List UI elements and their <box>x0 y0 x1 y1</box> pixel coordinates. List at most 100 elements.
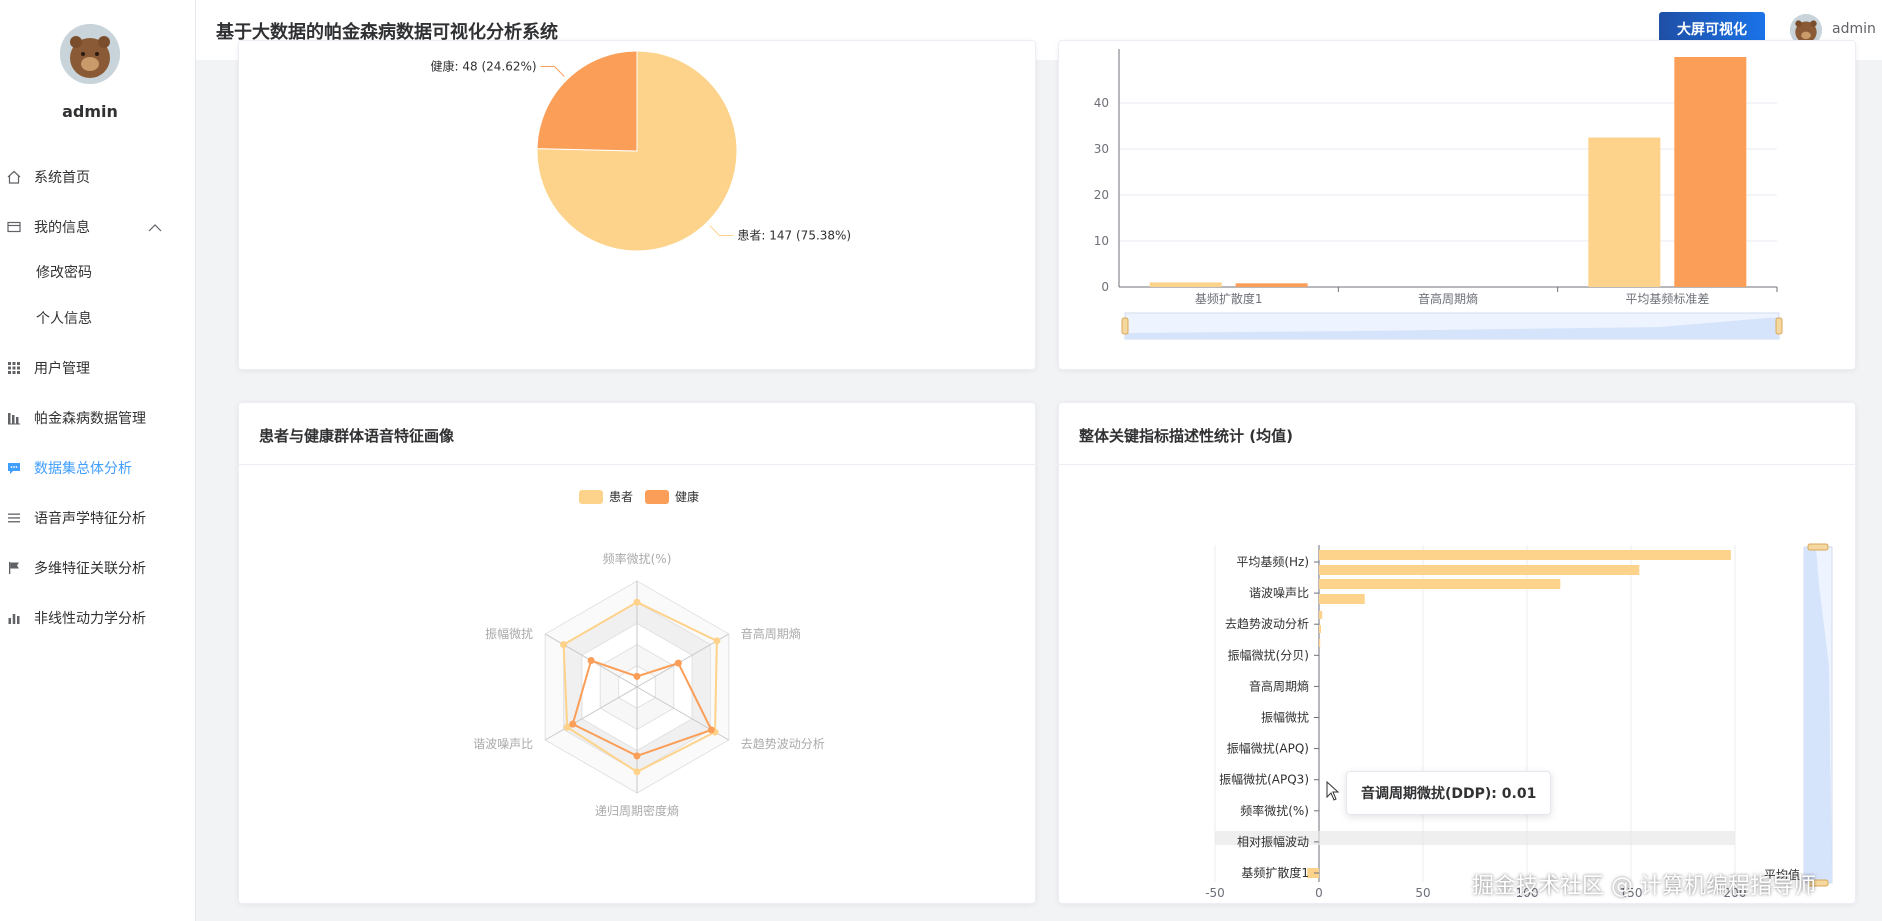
hbar <box>1319 579 1561 589</box>
sidebar: admin 系统首页 我的信息 修改密码 个人信息 用户管理 帕金森病数据管理 <box>0 0 196 921</box>
avatar[interactable] <box>60 24 120 84</box>
radar-point <box>633 672 641 680</box>
feature-bar-chart: 0 10 20 30 40 基频扩散度1 音高周期熵 平均基频标准差 <box>1094 49 1783 340</box>
radar-point <box>674 659 682 667</box>
radar-point <box>707 726 715 734</box>
sidebar-item-label: 我的信息 <box>34 220 90 236</box>
sidebar-item-label: 语音声学特征分析 <box>34 511 146 527</box>
pie-chart: 患者: 147 (75.38%) 健康: 48 (24.62%) <box>431 50 851 252</box>
radar-indicator-label: 振幅微扰 <box>485 626 533 641</box>
x-tick-label: 50 <box>1415 886 1430 900</box>
radar-indicator-label: 音高周期熵 <box>741 626 801 641</box>
radar-point <box>713 637 721 645</box>
desc-card-title: 整体关键指标描述性统计 (均值) <box>1059 403 1855 465</box>
radar-point <box>569 720 577 728</box>
y-tick-label: 振幅微扰(APQ3) <box>1219 772 1309 787</box>
pie-label-line <box>709 225 734 236</box>
message-icon <box>6 460 22 476</box>
home-icon <box>6 169 22 185</box>
y-tick-label: 0 <box>1101 280 1109 294</box>
chevron-up-icon[interactable] <box>148 221 162 237</box>
pie-label-line <box>540 66 565 77</box>
y-tick-label: 振幅微扰(APQ) <box>1227 741 1309 756</box>
sidebar-item-user-management[interactable]: 用户管理 <box>0 350 196 386</box>
sidebar-item-profile[interactable]: 个人信息 <box>0 300 196 336</box>
sidebar-item-label: 多维特征关联分析 <box>34 561 146 577</box>
y-tick-label: 20 <box>1094 188 1109 202</box>
radar-indicator-label: 递归周期密度熵 <box>595 803 679 818</box>
zoom-handle-right <box>1775 317 1783 335</box>
radar-card: 患者与健康群体语音特征画像 患者 健康频率微扰(%) 音高周期熵去趋势波动分析递归周… <box>238 402 1036 904</box>
sidebar-item-label: 系统首页 <box>34 170 90 186</box>
sidebar-item-label: 非线性动力学分析 <box>34 611 146 627</box>
y-tick-label: 平均基频(Hz) <box>1236 555 1309 569</box>
radar-point <box>633 598 641 606</box>
mouse-cursor-icon <box>1326 780 1340 805</box>
pie-label: 患者: 147 (75.38%) <box>737 228 851 242</box>
x-tick-label: -50 <box>1205 886 1225 900</box>
hbar <box>1319 611 1323 619</box>
radar-card-title: 患者与健康群体语音特征画像 <box>239 403 1035 465</box>
bar <box>1674 57 1747 287</box>
sidebar-item-parkinson-data[interactable]: 帕金森病数据管理 <box>0 400 196 436</box>
user-avatar-icon <box>60 24 120 84</box>
legend-swatch <box>579 490 603 504</box>
watermark: 掘金技术社区 @ 计算机编程指导师 <box>1472 874 1816 899</box>
bar <box>1149 282 1222 287</box>
radar-point <box>633 752 641 760</box>
y-tick-label: 30 <box>1094 142 1109 156</box>
bar <box>1235 283 1308 287</box>
hbar <box>1319 639 1321 647</box>
y-tick-label: 振幅微扰(分贝) <box>1228 647 1309 662</box>
zoom-handle-top <box>1807 543 1829 551</box>
desc-stats-chart: -50 0 50 100 150 200平均基频(Hz)谐波噪声比去趋势波动分析振幅微扰(… <box>1205 543 1833 900</box>
y-tick-label: 相对振幅波动 <box>1237 834 1309 849</box>
sidebar-item-label: 用户管理 <box>34 361 90 377</box>
sidebar-item-my-info[interactable]: 我的信息 <box>0 209 196 245</box>
legend-label: 健康 <box>675 489 699 504</box>
radar-point <box>560 641 568 649</box>
bar-chart-icon <box>6 410 22 426</box>
hbar <box>1319 565 1640 575</box>
y-tick-label: 频率微扰(%) <box>1240 803 1309 818</box>
radar-indicator-label: 去趋势波动分析 <box>741 737 825 751</box>
stats-icon <box>6 610 22 626</box>
y-tick-label: 10 <box>1094 234 1109 248</box>
radar-indicator-label: 频率微扰(%) <box>603 551 672 566</box>
x-tick-label: 平均基频标准差 <box>1625 292 1709 306</box>
radar-indicator-label: 谐波噪声比 <box>473 737 533 751</box>
legend-swatch <box>645 490 669 504</box>
hbar <box>1319 594 1365 604</box>
header-user-name[interactable]: admin <box>1832 21 1876 37</box>
sidebar-user-name: admin <box>62 102 118 121</box>
pie-slice <box>536 50 638 152</box>
feature-bar-card: 0 10 20 30 40 基频扩散度1 音高周期熵 平均基频标准差 <box>1058 40 1856 370</box>
legend-label: 患者 <box>609 490 633 504</box>
y-tick-label: 基频扩散度1 <box>1241 865 1309 880</box>
radar-point <box>587 657 595 664</box>
sidebar-item-home[interactable]: 系统首页 <box>0 159 196 195</box>
zoom-handle-left <box>1121 317 1129 335</box>
radar-chart: 患者 健康频率微扰(%) 音高周期熵去趋势波动分析递归周期密度熵 谐波噪声比 振幅微扰 <box>473 489 825 818</box>
y-tick-label: 音高周期熵 <box>1249 678 1309 693</box>
radar-point <box>633 768 641 776</box>
sidebar-item-nonlinear-analysis[interactable]: 非线性动力学分析 <box>0 600 196 636</box>
x-tick-label: 0 <box>1315 886 1323 900</box>
id-card-icon <box>6 219 22 235</box>
grid-icon <box>6 360 22 376</box>
sidebar-item-change-password[interactable]: 修改密码 <box>0 254 196 290</box>
y-tick-label: 40 <box>1094 96 1109 110</box>
chart-tooltip: 音调周期微扰(DDP): 0.01 <box>1346 771 1552 815</box>
sidebar-item-label: 个人信息 <box>36 311 92 327</box>
list-icon <box>6 510 22 526</box>
bar <box>1588 137 1661 287</box>
sidebar-item-dataset-analysis[interactable]: 数据集总体分析 <box>0 450 196 486</box>
sidebar-item-acoustic-analysis[interactable]: 语音声学特征分析 <box>0 500 196 536</box>
y-tick-label: 振幅微扰 <box>1261 710 1309 725</box>
pie-label: 健康: 48 (24.62%) <box>431 59 537 74</box>
pie-chart-card: 患者: 147 (75.38%) 健康: 48 (24.62%) <box>238 40 1036 370</box>
sidebar-item-correlation-analysis[interactable]: 多维特征关联分析 <box>0 550 196 586</box>
desc-stats-card: 整体关键指标描述性统计 (均值) -50 0 50 100 150 200 平均基频(Hz)… <box>1058 402 1856 904</box>
y-tick-label: 去趋势波动分析 <box>1225 617 1309 631</box>
hbar <box>1319 625 1321 633</box>
